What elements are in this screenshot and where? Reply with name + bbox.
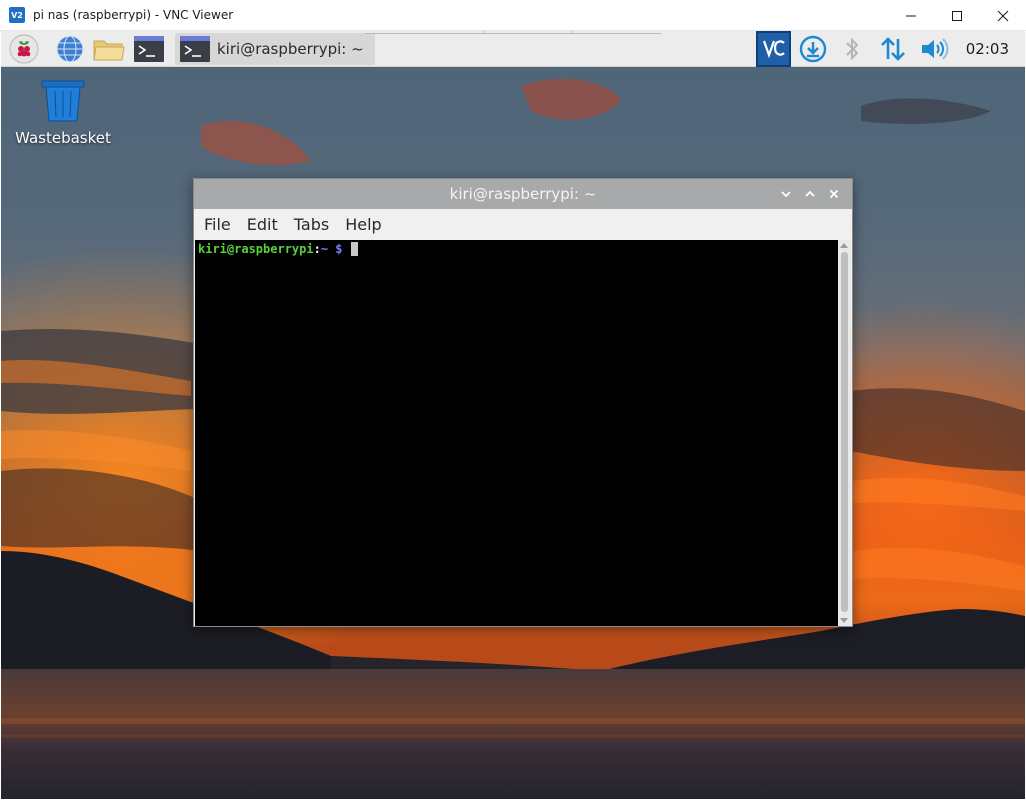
window-controls — [888, 0, 1026, 31]
scroll-down-arrow-icon[interactable] — [840, 618, 848, 623]
terminal-window-controls — [774, 179, 846, 209]
desktop-icon-wastebasket[interactable]: Wastebasket — [15, 79, 111, 147]
web-browser-icon — [56, 35, 84, 63]
raspberry-menu-icon — [9, 34, 39, 64]
terminal-minimize-button[interactable] — [774, 179, 798, 209]
vnc-server-icon — [762, 40, 785, 59]
text-cursor — [350, 242, 358, 256]
close-icon — [997, 10, 1009, 21]
taskbar-clock[interactable]: 02:03 — [966, 31, 1009, 67]
wastebasket-icon — [41, 80, 85, 122]
minimize-icon — [906, 15, 916, 16]
volume-icon — [922, 38, 949, 60]
raspberry-menu-button[interactable] — [7, 33, 41, 65]
taskbar-window-terminal[interactable]: kiri@raspberrypi: ~ — [175, 33, 375, 65]
close-icon — [829, 189, 839, 199]
network-tray-button[interactable] — [877, 33, 909, 65]
minimize-button[interactable] — [888, 0, 934, 31]
menu-edit[interactable]: Edit — [239, 215, 286, 234]
terminal-menubar: File Edit Tabs Help — [194, 209, 852, 239]
terminal-icon — [180, 36, 210, 62]
scrollbar-thumb[interactable] — [841, 252, 848, 612]
prompt-path: ~ — [320, 242, 329, 256]
bluetooth-tray-button[interactable] — [839, 33, 865, 65]
scroll-up-arrow-icon[interactable] — [840, 243, 848, 248]
download-icon — [799, 35, 827, 63]
terminal-close-button[interactable] — [822, 179, 846, 209]
terminal-output[interactable]: kiri@raspberrypi:~ $ — [195, 240, 838, 626]
vnc-viewer-titlebar: V2 pi nas (raspberrypi) - VNC Viewer — [0, 0, 1026, 31]
volume-tray-button[interactable] — [917, 33, 951, 65]
menu-file[interactable]: File — [196, 215, 239, 234]
close-button[interactable] — [980, 0, 1026, 31]
maximize-button[interactable] — [934, 0, 980, 31]
prompt-symbol: $ — [328, 242, 350, 256]
prompt-user-host: kiri@raspberrypi — [198, 242, 314, 256]
web-browser-button[interactable] — [53, 33, 87, 65]
desktop-icon-label: Wastebasket — [15, 129, 111, 147]
chevron-up-icon — [805, 190, 815, 197]
terminal-title: kiri@raspberrypi: ~ — [449, 185, 597, 203]
network-icon — [881, 37, 905, 61]
menu-help[interactable]: Help — [337, 215, 389, 234]
taskbar-window-label: kiri@raspberrypi: ~ — [217, 40, 364, 58]
updater-tray-button[interactable] — [797, 33, 829, 65]
menu-tabs[interactable]: Tabs — [286, 215, 337, 234]
remote-desktop[interactable]: kiri@raspberrypi: ~ 02:03 Wastebasket ki… — [1, 31, 1025, 799]
bluetooth-icon — [846, 37, 859, 61]
vnc-server-tray-button[interactable] — [756, 31, 791, 67]
terminal-maximize-button[interactable] — [798, 179, 822, 209]
taskbar: kiri@raspberrypi: ~ 02:03 — [1, 31, 1025, 67]
chevron-down-icon — [781, 191, 791, 198]
maximize-icon — [952, 10, 962, 21]
window-title: pi nas (raspberrypi) - VNC Viewer — [33, 8, 234, 22]
terminal-launcher-button[interactable] — [131, 33, 167, 65]
terminal-titlebar[interactable]: kiri@raspberrypi: ~ — [194, 179, 852, 209]
vnc-viewer-app-icon: V2 — [9, 7, 25, 23]
file-manager-icon — [93, 40, 125, 61]
file-manager-button[interactable] — [91, 33, 127, 65]
prompt-colon: : — [313, 242, 321, 256]
taskbar-panel-separator — [365, 31, 661, 34]
terminal-scrollbar[interactable] — [838, 240, 851, 626]
terminal-icon — [134, 36, 164, 62]
terminal-window[interactable]: kiri@raspberrypi: ~ File Edit Tabs Help … — [193, 178, 853, 627]
